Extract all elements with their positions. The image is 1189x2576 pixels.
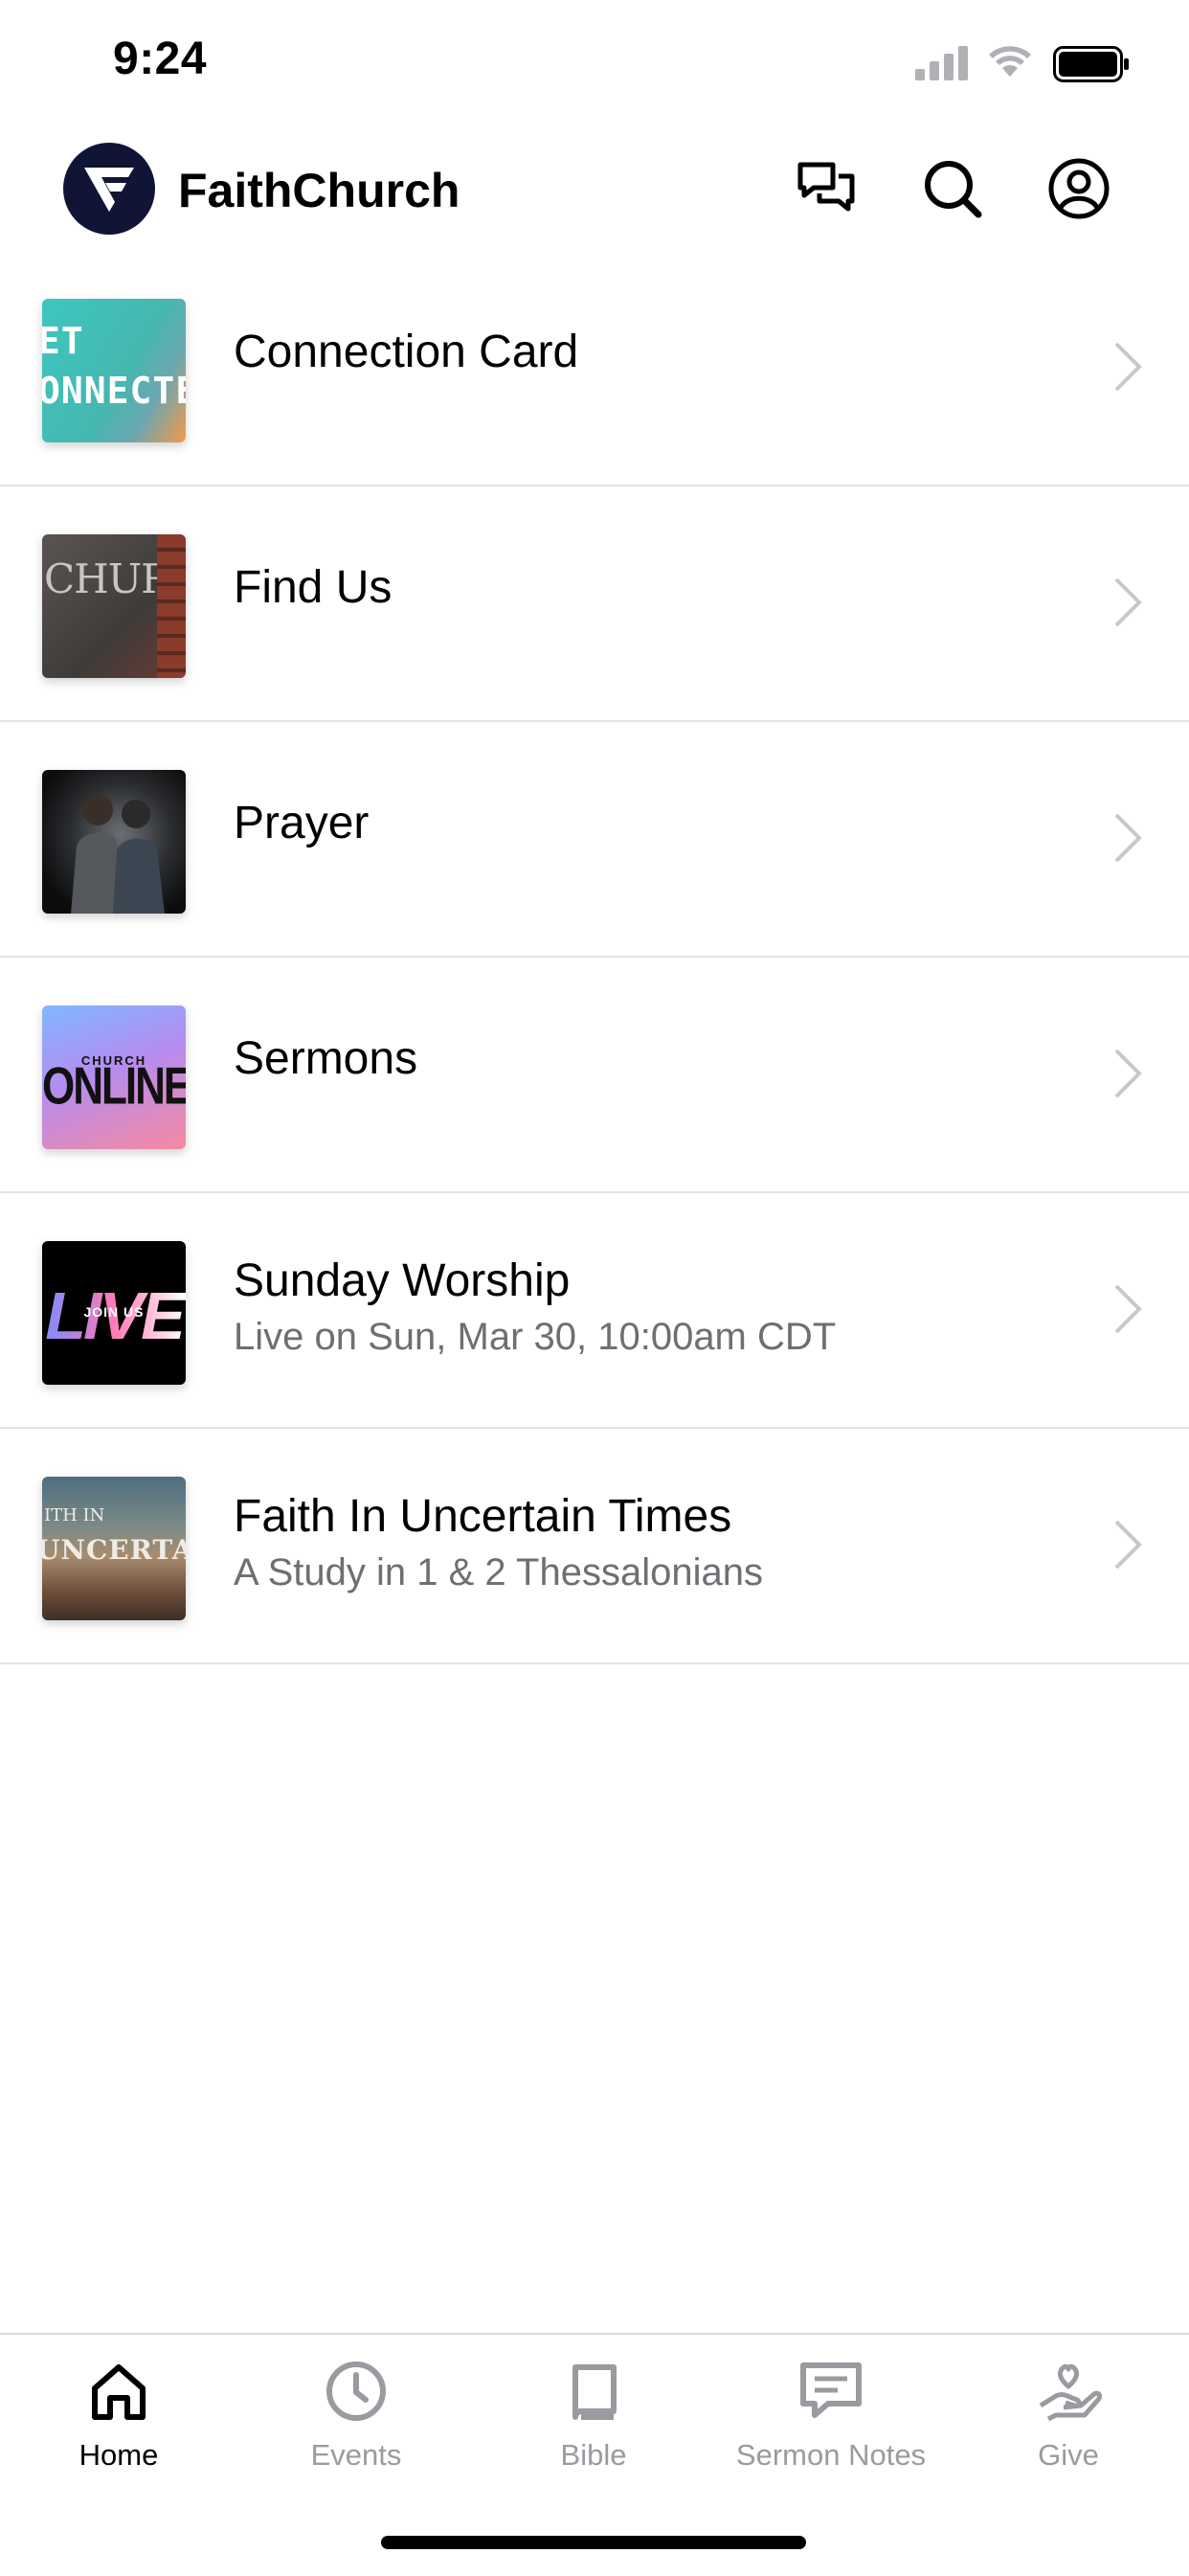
battery-icon: [1053, 46, 1129, 82]
list-item-subtitle: A Study in 1 & 2 Thessalonians: [234, 1551, 763, 1593]
app-header: FaithChurch: [0, 134, 1189, 249]
tab-sermon-notes[interactable]: Sermon Notes: [712, 2358, 950, 2473]
chat-icon: [797, 162, 855, 212]
sunday-worship-thumbnail: LIVE JOIN US: [42, 1241, 186, 1385]
tab-home[interactable]: Home: [0, 2358, 237, 2473]
home-indicator: [381, 2536, 806, 2549]
chevron-right-icon: [1114, 342, 1142, 392]
tab-label: Sermon Notes: [735, 2438, 927, 2472]
wifi-icon: [989, 46, 1031, 77]
prayer-thumbnail: [42, 770, 186, 914]
list-item-sermons[interactable]: CHURCH ONLINE Sermons: [0, 958, 1189, 1193]
give-icon: [1039, 2363, 1102, 2422]
series-thumbnail: ITH IN UNCERTAIN: [42, 1477, 186, 1620]
book-icon: [572, 2364, 617, 2420]
praying-people-image: [71, 795, 165, 914]
thumbnail-text: ITH IN: [44, 1505, 105, 1525]
status-time: 9:24: [113, 34, 208, 84]
list-item-title: Sermons: [234, 1033, 418, 1084]
user-circle-icon: [1048, 158, 1110, 219]
search-button[interactable]: [919, 155, 986, 222]
tab-events[interactable]: Events: [237, 2358, 475, 2473]
list-item-title: Connection Card: [234, 327, 579, 377]
list-item-title: Sunday Worship: [234, 1255, 571, 1306]
cellular-signal-icon: [915, 46, 968, 80]
find-us-thumbnail: CHURCH: [42, 534, 186, 678]
content-list: ET ONNECTE Connection Card CHURCH Find U…: [0, 251, 1189, 1664]
profile-button[interactable]: [1045, 155, 1112, 222]
search-icon: [925, 161, 982, 218]
app-title: FaithChurch: [178, 164, 460, 217]
chevron-right-icon: [1114, 813, 1142, 863]
notes-icon: [800, 2362, 862, 2418]
sermons-thumbnail: CHURCH ONLINE: [42, 1006, 186, 1149]
chevron-right-icon: [1114, 1049, 1142, 1098]
chevron-right-icon: [1114, 1284, 1142, 1334]
list-item-subtitle: Live on Sun, Mar 30, 10:00am CDT: [234, 1316, 837, 1358]
list-item-sunday-worship[interactable]: LIVE JOIN US Sunday Worship Live on Sun,…: [0, 1193, 1189, 1429]
brick-wall: [157, 534, 186, 678]
list-item-connection-card[interactable]: ET ONNECTE Connection Card: [0, 251, 1189, 486]
thumbnail-text: UNCERTAIN: [42, 1534, 186, 1566]
thumbnail-text: ONLINE: [42, 1056, 186, 1116]
tab-bible[interactable]: Bible: [475, 2358, 712, 2473]
thumbnail-text: ET: [42, 320, 84, 362]
chevron-right-icon: [1114, 1520, 1142, 1570]
tab-give[interactable]: Give: [950, 2358, 1187, 2473]
list-item-title: Faith In Uncertain Times: [234, 1491, 732, 1542]
connection-card-thumbnail: ET ONNECTE: [42, 299, 186, 442]
tab-label: Bible: [560, 2438, 627, 2472]
list-item-faith-in-uncertain-times[interactable]: ITH IN UNCERTAIN Faith In Uncertain Time…: [0, 1429, 1189, 1664]
thumbnail-text: ONNECTE: [42, 370, 186, 412]
tab-label: Events: [310, 2438, 402, 2472]
clock-icon: [326, 2361, 386, 2421]
list-item-prayer[interactable]: Prayer: [0, 722, 1189, 958]
tab-label: Give: [1038, 2438, 1099, 2472]
list-item-title: Prayer: [234, 798, 370, 848]
home-icon: [92, 2364, 146, 2420]
list-item-title: Find Us: [234, 562, 393, 613]
logo-mark-icon: [84, 168, 134, 212]
tab-label: Home: [79, 2438, 159, 2472]
chat-button[interactable]: [793, 155, 860, 222]
list-item-find-us[interactable]: CHURCH Find Us: [0, 486, 1189, 722]
chevron-right-icon: [1114, 577, 1142, 627]
status-bar: 9:24: [0, 0, 1189, 134]
thumbnail-text: JOIN US: [83, 1304, 145, 1320]
church-logo: [63, 143, 155, 235]
